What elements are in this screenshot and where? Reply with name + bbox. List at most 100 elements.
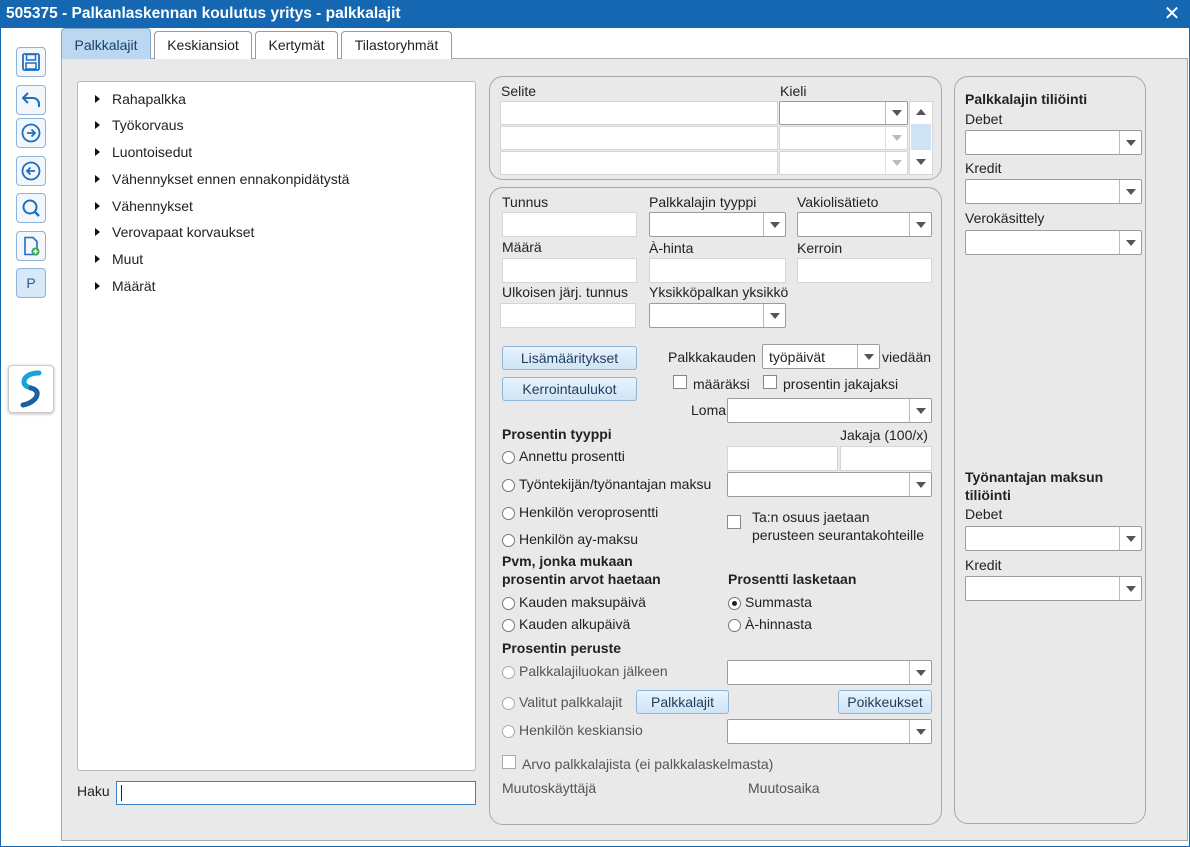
ay-maksu-label: Henkilön ay-maksu bbox=[519, 531, 639, 547]
kieli-select-1[interactable] bbox=[779, 101, 908, 125]
chevron-down-icon[interactable] bbox=[1119, 577, 1141, 600]
search-button[interactable] bbox=[16, 193, 46, 223]
search-input[interactable] bbox=[116, 781, 476, 805]
chevron-down-icon[interactable] bbox=[909, 399, 931, 422]
scroll-thumb[interactable] bbox=[911, 124, 931, 150]
scroll-up-icon[interactable] bbox=[916, 109, 926, 115]
app-logo-button[interactable] bbox=[8, 365, 54, 413]
ta-kredit-select[interactable] bbox=[965, 576, 1142, 601]
undo-button[interactable] bbox=[16, 85, 46, 115]
annettu-prosentti-label: Annettu prosentti bbox=[519, 448, 625, 464]
tyontekijan-maksu-radio[interactable] bbox=[502, 479, 515, 492]
ulkoisen-tunnus-input[interactable] bbox=[500, 303, 636, 328]
kredit-select[interactable] bbox=[965, 179, 1142, 204]
close-button[interactable]: ✕ bbox=[1160, 2, 1184, 26]
new-document-button[interactable] bbox=[16, 231, 46, 261]
pvm-heading-1: Pvm, jonka mukaan bbox=[502, 553, 633, 569]
verokasittely-label: Verokäsittely bbox=[965, 210, 1045, 226]
veroprosentti-radio[interactable] bbox=[502, 507, 515, 520]
tree-item[interactable]: Vähennykset bbox=[95, 198, 193, 214]
chevron-down-icon[interactable] bbox=[885, 102, 907, 124]
verokasittely-select[interactable] bbox=[965, 230, 1142, 255]
selite-input-1[interactable] bbox=[500, 101, 778, 125]
keskiansio-radio[interactable] bbox=[502, 725, 515, 738]
expand-icon[interactable] bbox=[95, 148, 100, 156]
tree-item[interactable]: Työkorvaus bbox=[95, 117, 184, 133]
a-hinnasta-radio[interactable] bbox=[728, 619, 741, 632]
tab-keskiansiot[interactable]: Keskiansiot bbox=[154, 31, 252, 59]
tunnus-input[interactable] bbox=[502, 212, 637, 237]
a-hinta-input[interactable] bbox=[649, 258, 786, 283]
chevron-down-icon[interactable] bbox=[1119, 131, 1141, 154]
tree-item[interactable]: Määrät bbox=[95, 278, 156, 294]
poikkeukset-button[interactable]: Poikkeukset bbox=[838, 690, 932, 714]
tab-tilastoryhmat[interactable]: Tilastoryhmät bbox=[341, 31, 452, 59]
tree-item[interactable]: Vähennykset ennen ennakonpidätystä bbox=[95, 171, 349, 187]
chevron-down-icon[interactable] bbox=[909, 720, 931, 743]
maksupaiva-radio[interactable] bbox=[502, 597, 515, 610]
expand-icon[interactable] bbox=[95, 282, 100, 290]
palkkakauden-select[interactable]: työpäivät bbox=[762, 344, 880, 369]
tab-kertymat[interactable]: Kertymät bbox=[255, 31, 338, 59]
scroll-down-icon[interactable] bbox=[916, 159, 926, 165]
kerrointaulukot-button[interactable]: Kerrointaulukot bbox=[502, 377, 637, 401]
vakiolisatieto-select[interactable] bbox=[797, 212, 932, 237]
tree-item[interactable]: Muut bbox=[95, 251, 143, 267]
palkkalaji-tree[interactable]: Rahapalkka Työkorvaus Luontoisedut Vähen… bbox=[77, 81, 476, 771]
chevron-down-icon[interactable] bbox=[909, 661, 931, 684]
expand-icon[interactable] bbox=[95, 255, 100, 263]
chevron-down-icon[interactable] bbox=[909, 473, 931, 496]
selite-input-3[interactable] bbox=[500, 151, 778, 175]
selite-input-2[interactable] bbox=[500, 126, 778, 150]
jakaja-input-1[interactable] bbox=[727, 446, 838, 471]
alkupaiva-radio[interactable] bbox=[502, 619, 515, 632]
maara-input[interactable] bbox=[502, 258, 637, 283]
tree-item[interactable]: Luontoisedut bbox=[95, 144, 192, 160]
previous-button[interactable] bbox=[16, 156, 46, 186]
lisamaaritykset-button[interactable]: Lisämääritykset bbox=[502, 346, 637, 370]
next-button[interactable] bbox=[16, 118, 46, 148]
annettu-prosentti-radio[interactable] bbox=[502, 451, 515, 464]
expand-icon[interactable] bbox=[95, 95, 100, 103]
expand-icon[interactable] bbox=[95, 228, 100, 236]
prosentin-jakajaksi-checkbox[interactable] bbox=[763, 375, 777, 389]
keskiansio-label: Henkilön keskiansio bbox=[519, 722, 643, 738]
kerroin-input[interactable] bbox=[797, 258, 932, 283]
selite-scrollbar[interactable] bbox=[909, 101, 933, 175]
tab-palkkalajit[interactable]: Palkkalajit bbox=[61, 28, 151, 59]
chevron-down-icon[interactable] bbox=[763, 304, 785, 327]
chevron-down-icon[interactable] bbox=[909, 213, 931, 236]
tyontekijan-maksu-select[interactable] bbox=[727, 472, 932, 497]
expand-icon[interactable] bbox=[95, 202, 100, 210]
arvo-palkkalajista-checkbox[interactable] bbox=[502, 755, 516, 769]
expand-icon[interactable] bbox=[95, 121, 100, 129]
loma-select[interactable] bbox=[727, 398, 932, 423]
debet-select[interactable] bbox=[965, 130, 1142, 155]
chevron-down-icon[interactable] bbox=[1119, 527, 1141, 550]
chevron-down-icon[interactable] bbox=[1119, 231, 1141, 254]
chevron-down-icon[interactable] bbox=[763, 213, 785, 236]
tree-item[interactable]: Rahapalkka bbox=[95, 91, 186, 107]
ay-maksu-radio[interactable] bbox=[502, 534, 515, 547]
p-button[interactable]: P bbox=[16, 268, 46, 298]
summasta-radio[interactable] bbox=[728, 597, 741, 610]
ta-osuus-label-2: perusteen seurantakohteille bbox=[752, 527, 925, 543]
chevron-down-icon[interactable] bbox=[1119, 180, 1141, 203]
jakaja-input-2[interactable] bbox=[840, 446, 932, 471]
save-button[interactable] bbox=[16, 47, 46, 77]
tree-item[interactable]: Verovapaat korvaukset bbox=[95, 224, 254, 240]
palkkalajin-tyyppi-select[interactable] bbox=[649, 212, 786, 237]
viedaan-label: viedään bbox=[882, 349, 932, 365]
ta-osuus-checkbox[interactable] bbox=[727, 515, 741, 529]
palkkalajit-button[interactable]: Palkkalajit bbox=[636, 690, 729, 714]
kieli-label: Kieli bbox=[780, 83, 807, 99]
palkkalajiluokan-jalkeen-radio[interactable] bbox=[502, 666, 515, 679]
yksikkopalkan-yksikko-select[interactable] bbox=[649, 303, 786, 328]
palkkalajiluokka-select[interactable] bbox=[727, 660, 932, 685]
keskiansio-select[interactable] bbox=[727, 719, 932, 744]
expand-icon[interactable] bbox=[95, 175, 100, 183]
ta-debet-select[interactable] bbox=[965, 526, 1142, 551]
maaraksi-checkbox[interactable] bbox=[673, 375, 687, 389]
valitut-palkkalajit-radio[interactable] bbox=[502, 697, 515, 710]
chevron-down-icon[interactable] bbox=[857, 345, 879, 368]
